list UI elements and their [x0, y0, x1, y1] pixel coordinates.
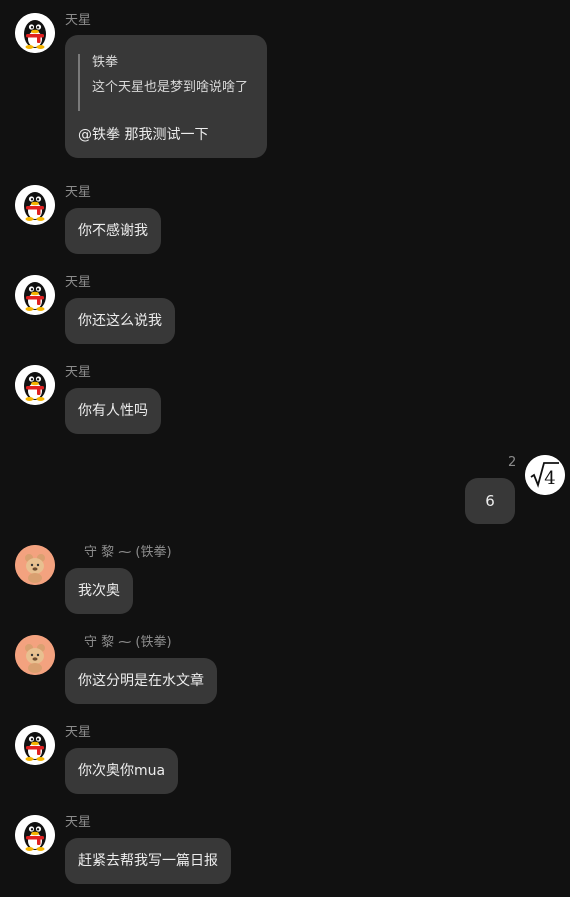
sender-name[interactable]: 守 黎 ⁓ (铁拳) — [84, 545, 172, 561]
sender-name[interactable]: 天星 — [65, 815, 91, 831]
message-bubble[interactable]: 铁拳 这个天星也是梦到啥说啥了 @铁拳 那我测试一下 — [65, 35, 267, 158]
quote-author: 铁拳 — [92, 55, 119, 70]
sender-name[interactable]: 天星 — [65, 725, 91, 741]
sender-name[interactable]: 天星 — [65, 365, 91, 381]
message-bubble[interactable]: 你这分明是在水文章 — [65, 658, 217, 704]
message-bubble[interactable]: 你不感谢我 — [65, 208, 161, 254]
sender-name[interactable]: 守 黎 ⁓ (铁拳) — [84, 635, 172, 651]
penguin-avatar-icon[interactable] — [15, 815, 55, 855]
message-text: @铁拳 那我测试一下 — [78, 127, 209, 143]
penguin-avatar-icon[interactable] — [15, 13, 55, 53]
penguin-avatar-icon[interactable] — [15, 185, 55, 225]
message-bubble[interactable]: 你还这么说我 — [65, 298, 175, 344]
sender-level: 2 — [508, 455, 517, 470]
bear-avatar-icon[interactable] — [15, 635, 55, 675]
message-bubble[interactable]: 赶紧去帮我写一篇日报 — [65, 838, 231, 884]
quoted-message[interactable]: 铁拳 这个天星也是梦到啥说啥了 — [78, 54, 254, 111]
message-bubble[interactable]: 我次奥 — [65, 568, 133, 614]
penguin-avatar-icon[interactable] — [15, 275, 55, 315]
quote-text: 这个天星也是梦到啥说啥了 — [92, 80, 249, 95]
penguin-avatar-icon[interactable] — [15, 365, 55, 405]
sender-name[interactable]: 天星 — [65, 185, 91, 201]
sender-name[interactable]: 天星 — [65, 13, 91, 29]
message-bubble[interactable]: 你有人性吗 — [65, 388, 161, 434]
sender-name[interactable]: 天星 — [65, 275, 91, 291]
bear-avatar-icon[interactable] — [15, 545, 55, 585]
message-bubble[interactable]: 6 — [465, 478, 515, 524]
sqrt-avatar-icon[interactable]: 4 — [525, 455, 565, 495]
svg-text:4: 4 — [544, 468, 555, 489]
message-bubble[interactable]: 你次奥你mua — [65, 748, 179, 794]
penguin-avatar-icon[interactable] — [15, 725, 55, 765]
